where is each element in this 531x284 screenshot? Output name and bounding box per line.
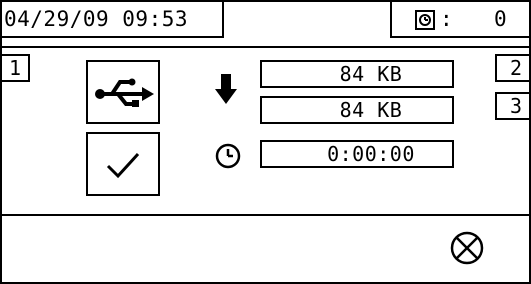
counter-value: 0: [494, 7, 507, 31]
usb-download-button[interactable]: [86, 60, 160, 124]
cycle-counter: : 0: [390, 2, 529, 38]
counter-separator: :: [440, 7, 453, 31]
total-size-field: 84 KB: [260, 96, 454, 124]
clock-icon: [215, 143, 241, 169]
cycle-counter-icon: [415, 10, 435, 30]
down-arrow-icon: [215, 74, 237, 104]
checkmark-icon: [106, 152, 140, 179]
usb-icon: [95, 78, 154, 107]
tab-2[interactable]: 2: [495, 54, 529, 82]
header-divider: [2, 46, 529, 48]
date-time-display: 04/29/09 09:53: [2, 2, 224, 38]
download-size-field: 84 KB: [260, 60, 454, 88]
confirm-button[interactable]: [86, 132, 160, 196]
elapsed-time-field: 0:00:00: [260, 140, 454, 168]
usb-download-screen: 04/29/09 09:53 : 0 1 2 3 84 KB 84 KB 0:0…: [0, 0, 531, 284]
tab-1[interactable]: 1: [2, 54, 30, 82]
cancel-icon[interactable]: [446, 226, 488, 270]
footer-divider: [2, 214, 529, 216]
tab-3[interactable]: 3: [495, 92, 529, 120]
